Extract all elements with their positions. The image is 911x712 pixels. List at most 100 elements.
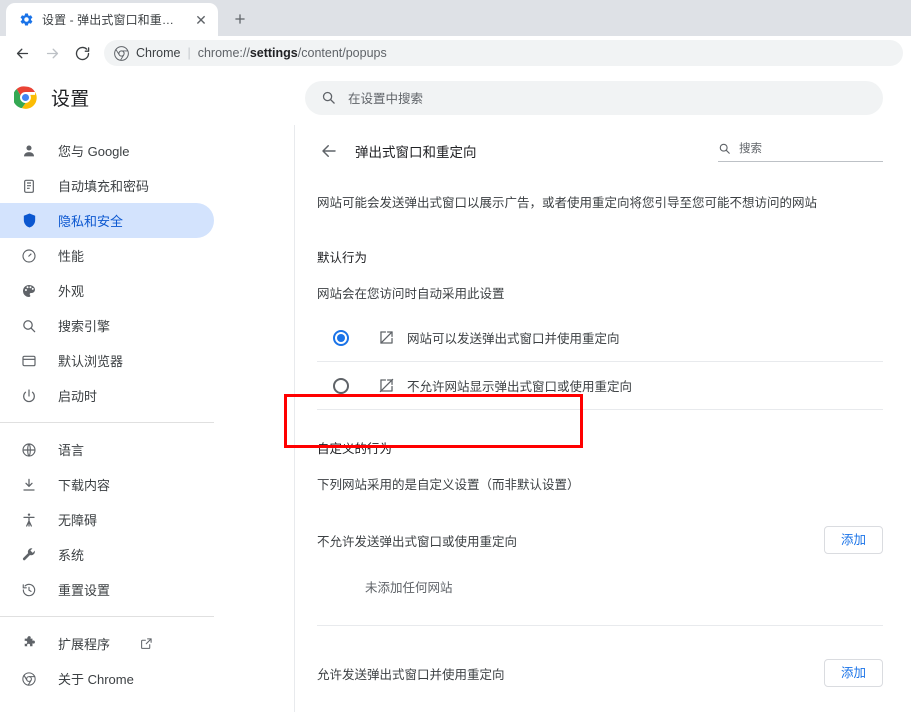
custom-behavior-subtext: 下列网站采用的是自定义设置（而非默认设置） [317,478,580,492]
sidebar-item-reset-settings[interactable]: 重置设置 [0,572,214,607]
sidebar-item-label: 启动时 [58,389,98,404]
sidebar-item-autofill[interactable]: 自动填充和密码 [0,168,214,203]
sidebar-item-about-chrome[interactable]: 关于 Chrome [0,661,214,696]
forward-icon[interactable] [38,39,66,67]
subpage-title: 弹出式窗口和重定向 [355,145,477,160]
settings-brand: 设置 [0,84,295,111]
power-icon [20,387,38,405]
sidebar-item-downloads[interactable]: 下载内容 [0,467,214,502]
settings-body: 您与 Google 自动填充和密码 隐私和安全 性能 外观 搜索引擎 默认浏览器… [0,125,911,712]
sidebar-item-you-and-google[interactable]: 您与 Google [0,133,214,168]
sidebar-divider [0,422,214,423]
search-icon [718,142,731,155]
sidebar-item-label: 外观 [58,284,85,299]
settings-search-placeholder: 在设置中搜索 [348,92,424,106]
page-title: 设置 [51,89,90,110]
permission-group-title: 不允许发送弹出式窗口或使用重定向 [317,534,518,549]
sidebar-item-search-engine[interactable]: 搜索引擎 [0,308,214,343]
sidebar-item-label: 自动填充和密码 [58,179,150,194]
custom-behavior-heading: 自定义的行为 [317,442,393,456]
reload-icon[interactable] [68,39,96,67]
add-button[interactable]: 添加 [823,525,883,555]
radio-option-allow-popups[interactable]: 网站可以发送弹出式窗口并使用重定向 [317,314,883,362]
add-button[interactable]: 添加 [823,658,883,688]
globe-icon [20,441,38,459]
download-icon [20,476,38,494]
default-behavior-heading: 默认行为 [317,251,368,265]
sidebar-item-label: 默认浏览器 [58,354,124,369]
puzzle-icon [20,635,38,653]
person-icon [20,142,38,160]
browser-toolbar: Chrome | chrome://settings/content/popup… [0,36,911,70]
sidebar-item-system[interactable]: 系统 [0,537,214,572]
sidebar-item-label: 语言 [58,443,85,458]
default-behavior-radio-group: 网站可以发送弹出式窗口并使用重定向 不允许网站显示弹出式窗口或使用重定向 [317,314,883,410]
content-header: 弹出式窗口和重定向 搜索 [317,125,883,171]
sidebar-item-privacy-security[interactable]: 隐私和安全 [0,203,214,238]
palette-icon [20,282,38,300]
open-in-new-icon [377,329,395,347]
radio-option-label: 网站可以发送弹出式窗口并使用重定向 [407,332,620,346]
sidebar-item-label: 扩展程序 [58,637,111,652]
sidebar: 您与 Google 自动填充和密码 隐私和安全 性能 外观 搜索引擎 默认浏览器… [0,125,295,712]
omnibox-url: chrome://settings/content/popups [198,46,387,60]
chrome-logo-icon [114,45,129,61]
permission-group-block: 不允许发送弹出式窗口或使用重定向 添加 未添加任何网站 [317,525,883,626]
section-divider [317,625,883,626]
url-prefix: chrome:// [197,46,250,60]
url-bold: settings [249,46,298,60]
settings-gear-icon [18,12,34,28]
browser-tab[interactable]: 设置 - 弹出式窗口和重定向 ✕ [6,3,218,36]
sidebar-divider [0,616,214,617]
empty-state-text: 未添加任何网站 [365,581,453,595]
arrow-back-icon[interactable] [317,139,341,163]
radio-button-unselected[interactable] [333,377,349,394]
permission-group-allow: 允许发送弹出式窗口并使用重定向 添加 未添加任何网站 [317,658,883,712]
radio-button-selected[interactable] [333,329,349,346]
permission-group-header: 不允许发送弹出式窗口或使用重定向 添加 [317,525,883,555]
subpage-search-input[interactable]: 搜索 [718,140,883,162]
sidebar-item-on-startup[interactable]: 启动时 [0,378,214,413]
open-in-new-blocked-icon [377,377,395,395]
sidebar-item-label: 重置设置 [58,583,111,598]
sidebar-item-label: 下载内容 [58,478,111,493]
sidebar-item-label: 搜索引擎 [58,319,111,334]
speedometer-icon [20,247,38,265]
omnibox-separator: | [187,46,191,60]
open-in-new-icon [140,637,154,651]
back-icon[interactable] [8,39,36,67]
address-bar[interactable]: Chrome | chrome://settings/content/popup… [104,40,903,66]
sidebar-item-label: 您与 Google [58,144,130,159]
sidebar-item-accessibility[interactable]: 无障碍 [0,502,214,537]
history-restore-icon [20,581,38,599]
omnibox-site-label: Chrome [136,46,181,60]
sidebar-item-label: 无障碍 [58,513,98,528]
sidebar-item-performance[interactable]: 性能 [0,238,214,273]
tab-strip: 设置 - 弹出式窗口和重定向 ✕ [0,0,911,36]
default-behavior-subtext: 网站会在您访问时自动采用此设置 [317,287,505,301]
clipboard-icon [20,177,38,195]
radio-option-label: 不允许网站显示弹出式窗口或使用重定向 [407,380,633,394]
url-suffix: /content/popups [297,46,387,60]
tab-title: 设置 - 弹出式窗口和重定向 [42,13,184,27]
search-icon [321,90,336,105]
sidebar-item-languages[interactable]: 语言 [0,432,214,467]
browser-window-icon [20,352,38,370]
new-tab-button[interactable] [226,5,254,33]
sidebar-item-appearance[interactable]: 外观 [0,273,214,308]
chrome-logo-icon [14,86,37,109]
radio-option-block-popups[interactable]: 不允许网站显示弹出式窗口或使用重定向 [317,362,883,410]
permission-group-header: 允许发送弹出式窗口并使用重定向 添加 [317,658,883,688]
chrome-logo-icon [20,670,38,688]
settings-header: 设置 在设置中搜索 [0,70,911,125]
sidebar-item-extensions[interactable]: 扩展程序 [0,626,214,661]
settings-search-input[interactable]: 在设置中搜索 [305,80,883,115]
settings-content: 弹出式窗口和重定向 搜索 网站可能会发送弹出式窗口以展示广告，或者使用重定向将您… [295,125,911,712]
search-icon [20,317,38,335]
sidebar-item-label: 系统 [58,548,85,563]
sidebar-item-label: 隐私和安全 [58,214,124,229]
permission-group-title: 允许发送弹出式窗口并使用重定向 [317,667,505,682]
shield-icon [20,212,38,230]
close-icon[interactable]: ✕ [192,11,210,29]
sidebar-item-default-browser[interactable]: 默认浏览器 [0,343,214,378]
